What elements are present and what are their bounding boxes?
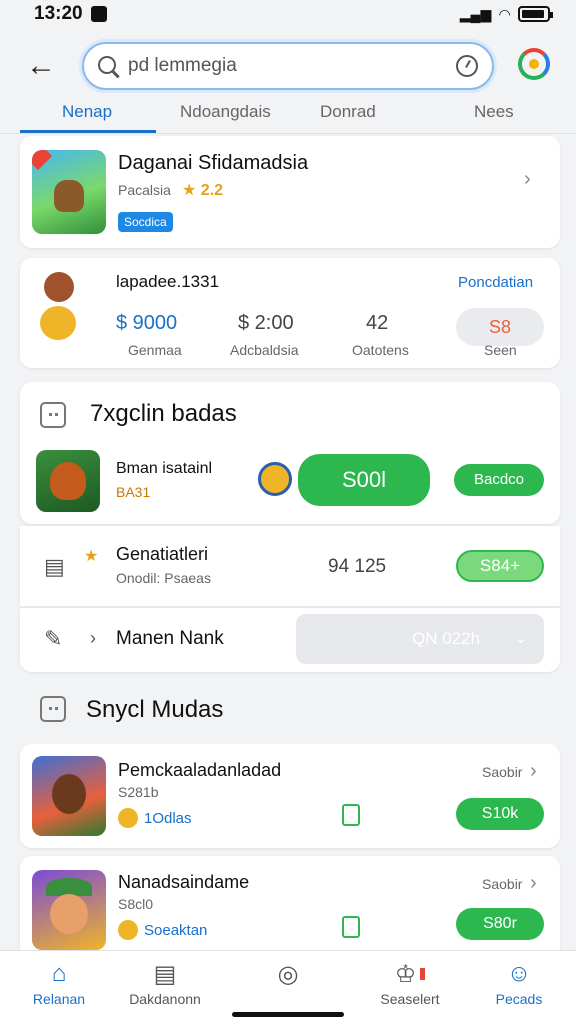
dropdown-value: QN 022h	[412, 629, 481, 648]
list-item[interactable]: Pemckaaladanladad S281b 1Odlas Saobir › …	[20, 744, 560, 848]
nav-label: Pecads	[495, 991, 543, 1007]
bag-icon: ▤	[44, 554, 65, 579]
nav-item-relanan[interactable]: ⌂ Relanan	[4, 957, 114, 1007]
document-icon: ▤	[153, 960, 177, 988]
box-icon	[40, 696, 66, 722]
list-item-meta: 1Odlas	[144, 810, 192, 827]
row2-card: ▤ ★ Genatiatleri Onodil: Psaeas 94 125 S…	[20, 526, 560, 606]
tab-ndoangdais[interactable]: Ndoangdais	[180, 102, 271, 122]
stat4-pill[interactable]: S8	[456, 308, 544, 346]
tab-bar: Nenap Ndoangdais Donrad Nees	[0, 96, 576, 134]
wifi-icon: ◠	[499, 5, 510, 22]
list-item-side: Saobir	[482, 876, 523, 892]
stat2-value: $ 2:00	[238, 312, 294, 334]
featured-game-thumbnail	[32, 150, 106, 234]
edit-icon: ✎	[44, 626, 63, 651]
stat4-label: Seen	[484, 342, 517, 358]
row3-card: ✎ › Manen Nank QN 022h ⌄	[20, 608, 560, 672]
coin-icon	[258, 462, 292, 496]
notification-icon	[90, 6, 107, 22]
active-tab-indicator	[20, 130, 156, 133]
list-game-thumbnail	[32, 756, 106, 836]
row2-button[interactable]: S84+	[456, 550, 544, 582]
summary-link[interactable]: Poncdatian	[458, 274, 533, 291]
home-indicator	[232, 1012, 344, 1017]
stat2-label: Adcbaldsia	[230, 342, 299, 358]
featured-title: Daganai Sfidamadsia	[118, 152, 309, 174]
header: ←	[0, 40, 576, 92]
price-button[interactable]: S00l	[298, 454, 430, 506]
gift-icon	[342, 804, 360, 826]
search-input[interactable]	[128, 52, 448, 80]
section1-card: 7xgclin badas Bman isatainl BA31 S00l Ba…	[20, 382, 560, 524]
row2-value: 94 125	[328, 556, 387, 577]
featured-rating: ★ 2.2	[182, 182, 224, 199]
nav-label: Seaselert	[380, 991, 440, 1007]
row2-title: Genatiatleri	[116, 544, 209, 564]
summary-name: lapadee.1331	[116, 272, 220, 291]
nav-item-seaselert[interactable]: ♔ Seaselert	[355, 957, 465, 1008]
list-game-thumbnail	[32, 870, 106, 950]
search-bar[interactable]	[82, 42, 494, 90]
brand-logo-icon[interactable]	[518, 48, 550, 80]
section2-title: Snycl Mudas	[86, 696, 224, 723]
list-item[interactable]: Nanadsaindame S8cl0 Soeaktan Saobir › S8…	[20, 856, 560, 950]
list-item-sub: S8cl0	[118, 896, 154, 912]
coin-icon	[118, 920, 138, 940]
section1-title: 7xgclin badas	[90, 400, 237, 427]
nav-label: Dakdanonn	[129, 991, 201, 1007]
nav-item-compass[interactable]: ◎	[233, 957, 343, 991]
row3-title: Manen Nank	[116, 628, 224, 649]
chevron-right-icon: ›	[530, 872, 537, 894]
stat1-value: $ 9000	[116, 312, 178, 334]
chevron-right-icon: ›	[524, 168, 531, 190]
nav-item-dakdanonn[interactable]: ▤ Dakdanonn	[110, 957, 220, 1008]
arrow-right-icon: ›	[90, 628, 96, 648]
list-item-title: Pemckaaladanladad	[118, 760, 282, 780]
avatar	[44, 272, 74, 302]
status-bar: 13:20 ▂▄▆ ◠	[0, 0, 576, 28]
nav-label: Relanan	[32, 991, 86, 1007]
signal-icon: ▂▄▆	[459, 5, 492, 22]
fox-game-thumbnail	[36, 450, 100, 512]
battery-icon	[518, 6, 553, 22]
stat3-value: 42	[366, 312, 389, 334]
compass-icon: ◎	[277, 960, 299, 988]
home-icon: ⌂	[51, 960, 67, 987]
status-time: 13:20	[34, 3, 83, 24]
back-arrow-icon[interactable]: ←	[26, 48, 62, 84]
section1-item-title: Bman isatainl	[116, 460, 213, 477]
list-item-button[interactable]: S80r	[456, 908, 544, 940]
bell-icon: ♔	[355, 957, 465, 991]
star-icon: ★	[84, 548, 99, 565]
history-icon[interactable]	[456, 55, 478, 77]
search-icon	[98, 56, 116, 74]
list-item-button[interactable]: S10k	[456, 798, 544, 830]
tab-nenap[interactable]: Nenap	[62, 102, 112, 122]
tab-nees[interactable]: Nees	[474, 102, 514, 122]
chevron-down-icon: ⌄	[514, 630, 528, 647]
section1-item-sub: BA31	[116, 484, 151, 500]
stat3-label: Oatotens	[352, 342, 409, 358]
gift-icon	[342, 916, 360, 938]
list-item-title: Nanadsaindame	[118, 872, 250, 892]
row2-sub: Onodil: Psaeas	[116, 570, 211, 586]
avatar-secondary	[40, 306, 76, 340]
list-item-side: Saobir	[482, 764, 523, 780]
featured-subtitle: Pacalsia	[118, 182, 171, 198]
list-item-meta: Soeaktan	[144, 922, 208, 939]
section1-small-button[interactable]: Bacdco	[454, 464, 544, 496]
stat1-label: Genmaa	[128, 342, 182, 358]
row3-dropdown[interactable]: QN 022h ⌄	[296, 614, 544, 664]
dice-icon	[40, 402, 66, 428]
chevron-right-icon: ›	[530, 760, 537, 782]
users-icon: ☺	[506, 960, 532, 987]
nav-item-pecads[interactable]: ☺ Pecads	[464, 957, 574, 1007]
coin-icon	[118, 808, 138, 828]
list-item-sub: S281b	[118, 784, 159, 800]
tab-donrad[interactable]: Donrad	[320, 102, 376, 122]
summary-card: lapadee.1331 Poncdatian $ 9000 Genmaa $ …	[20, 258, 560, 368]
featured-badge: Socdica	[118, 212, 173, 232]
featured-card[interactable]: Daganai Sfidamadsia Pacalsia ★ 2.2 Socdi…	[20, 136, 560, 248]
